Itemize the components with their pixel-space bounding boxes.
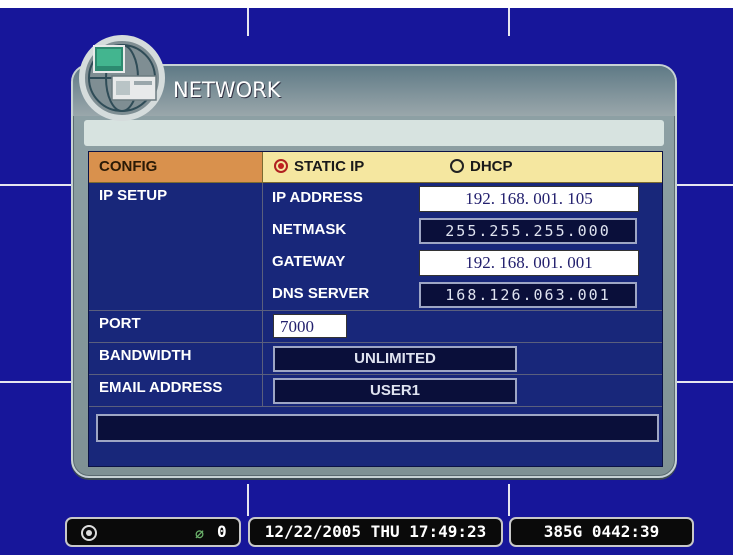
dns-server-label: DNS SERVER	[272, 285, 370, 302]
port-row: PORT 7000	[89, 311, 662, 343]
email-address-label: EMAIL ADDRESS	[89, 375, 263, 406]
network-logo-icon	[79, 35, 165, 121]
ip-setup-label: IP SETUP	[89, 183, 263, 310]
dialog-title: NETWORK	[173, 78, 281, 102]
email-address-field[interactable]: USER1	[273, 378, 517, 404]
dns-server-row: DNS SERVER 168.126.063.001	[264, 279, 662, 311]
static-ip-label: STATIC IP	[294, 158, 365, 175]
dhcp-radio[interactable]: DHCP	[450, 158, 513, 175]
split-line-right-top	[508, 8, 510, 36]
record-icon	[81, 525, 97, 541]
dns-server-field[interactable]: 168.126.063.001	[419, 282, 637, 308]
port-label: PORT	[89, 311, 263, 342]
radio-unselected-icon	[450, 159, 464, 173]
gateway-row: GATEWAY 192. 168. 001. 001	[264, 247, 662, 279]
network-count: 0	[217, 522, 227, 541]
ip-address-row: IP ADDRESS 192. 168. 001. 105	[264, 183, 662, 215]
bandwidth-select[interactable]: UNLIMITED	[273, 346, 517, 372]
config-row: CONFIG STATIC IP DHCP	[89, 152, 662, 183]
network-icon: ⌀	[195, 525, 205, 543]
split-line-left-upper	[0, 184, 72, 186]
split-line-left-lower	[0, 381, 72, 383]
dhcp-label: DHCP	[470, 158, 513, 175]
gateway-field[interactable]: 192. 168. 001. 001	[419, 250, 639, 276]
datetime-display: 12/22/2005 THU 17:49:23	[248, 517, 503, 547]
ip-address-field[interactable]: 192. 168. 001. 105	[419, 186, 639, 212]
split-line-right-bottom	[508, 484, 510, 516]
bandwidth-row: BANDWIDTH UNLIMITED	[89, 343, 662, 375]
config-options: STATIC IP DHCP	[264, 152, 662, 182]
netmask-field[interactable]: 255.255.255.000	[419, 218, 637, 244]
netmask-label: NETMASK	[272, 221, 347, 238]
port-field[interactable]: 7000	[273, 314, 347, 338]
ip-address-label: IP ADDRESS	[272, 189, 363, 206]
split-line-right-upper	[677, 184, 733, 186]
split-line-left-bottom	[247, 484, 249, 516]
split-line-left-top	[247, 8, 249, 36]
bandwidth-label: BANDWIDTH	[89, 343, 263, 374]
gateway-label: GATEWAY	[272, 253, 346, 270]
dvr-screen: NETWORK CONFIG STATIC IP DHCP IP SETUP I…	[0, 0, 733, 555]
netmask-row: NETMASK 255.255.255.000	[264, 215, 662, 247]
storage-display: 385G 0442:39	[509, 517, 694, 547]
top-overscan-strip	[0, 0, 733, 8]
status-bar-left: ⌀ 0	[65, 517, 241, 547]
split-line-right-lower	[677, 381, 733, 383]
ip-setup-row: IP SETUP IP ADDRESS 192. 168. 001. 105 N…	[89, 183, 662, 311]
network-dialog: NETWORK CONFIG STATIC IP DHCP IP SETUP I…	[71, 64, 677, 478]
static-ip-radio[interactable]: STATIC IP	[274, 158, 364, 175]
config-label: CONFIG	[89, 152, 263, 182]
radio-selected-icon	[274, 159, 288, 173]
network-settings-form: CONFIG STATIC IP DHCP IP SETUP IP ADDRES…	[88, 151, 663, 467]
message-bar	[96, 414, 659, 442]
email-row: EMAIL ADDRESS USER1	[89, 375, 662, 407]
dialog-header-band	[84, 120, 664, 146]
